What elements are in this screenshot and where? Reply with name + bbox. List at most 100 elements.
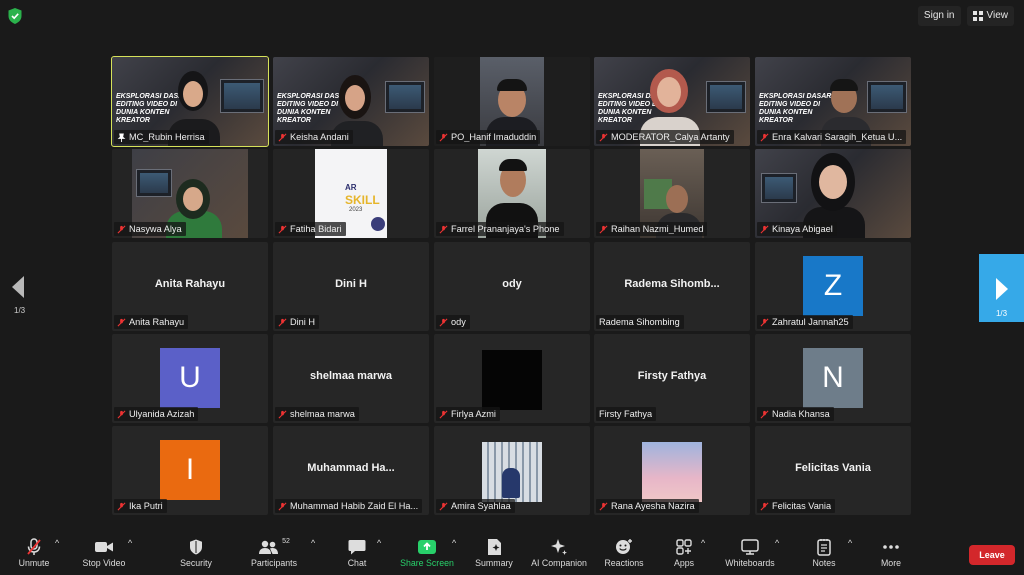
participant-tile-rana[interactable]: Rana Ayesha Nazira [594, 426, 750, 515]
reactions-emoji-icon [616, 539, 632, 554]
participant-tile-fatiha[interactable]: AR SKILL 2023 Fatiha Bidari [273, 149, 429, 238]
notes-button[interactable]: Notes [806, 538, 842, 568]
shared-image-text: AR [345, 183, 357, 192]
participant-name: shelmaa marwa [290, 409, 355, 419]
participant-tile-ika[interactable]: I Ika Putri [112, 426, 268, 515]
participant-tile-zahratul[interactable]: Z Zahratul Jannah25 [755, 242, 911, 331]
participant-display-name: Anita Rahayu [154, 278, 226, 290]
person-hair [830, 79, 858, 91]
previous-page-arrow-icon[interactable] [12, 276, 24, 298]
participant-display-name: shelmaa marwa [310, 370, 392, 382]
stop-video-button[interactable]: Stop Video [80, 538, 128, 568]
share-options-caret[interactable]: ^ [452, 538, 456, 548]
participant-display-name: Muhammad Ha... [307, 462, 395, 474]
participant-tile-muhammad[interactable]: Muhammad Ha... Muhammad Habib Zaid El Ha… [273, 426, 429, 515]
summary-button[interactable]: Summary [472, 538, 516, 568]
muted-mic-icon [599, 133, 608, 141]
participant-tile-radema[interactable]: Radema Sihomb... Radema Sihombing [594, 242, 750, 331]
participant-tile-calya[interactable]: EKSPLORASI DASAR EDITING VIDEO DI DUNIA KO… [594, 57, 750, 146]
participant-tile-keisha[interactable]: EKSPLORASI DASAR EDITING VIDEO DI DUNIA KO… [273, 57, 429, 146]
participant-tile-kinaya[interactable]: Kinaya Abigael [755, 149, 911, 238]
participant-tile-hanif[interactable]: PO_Hanif Imaduddin [434, 57, 590, 146]
participant-name: PO_Hanif Imaduddin [451, 132, 537, 142]
participant-tile-rubin[interactable]: EKSPLORASI DASAR EDITING VIDEO DI DUNIA KO… [111, 56, 269, 147]
summary-label: Summary [475, 558, 513, 568]
name-label: Felicitas Vania [757, 499, 836, 513]
person-face [345, 85, 365, 111]
whiteboard-icon [741, 539, 759, 555]
unmute-button[interactable]: Unmute [14, 538, 54, 568]
participant-tile-amira[interactable]: Amira Syahlaa [434, 426, 590, 515]
next-page-button[interactable]: 1/3 [979, 254, 1024, 322]
participant-tile-raihan[interactable]: Raihan Nazmi_Humed [594, 149, 750, 238]
muted-mic-icon [439, 318, 448, 326]
video-options-caret[interactable]: ^ [128, 538, 132, 548]
audio-options-caret[interactable]: ^ [55, 538, 59, 548]
name-label: Muhammad Habib Zaid El Ha... [275, 499, 423, 513]
name-label: Keisha Andani [275, 130, 353, 144]
name-label: MODERATOR_Calya Artanty [596, 130, 734, 144]
participant-name: MC_Rubin Herrisa [129, 132, 205, 142]
page-indicator-left: 1/3 [14, 306, 26, 315]
share-screen-button[interactable]: Share Screen [398, 538, 456, 568]
participant-tile-ody[interactable]: ody ody [434, 242, 590, 331]
apps-button[interactable]: Apps [668, 538, 700, 568]
sign-in-label: Sign in [923, 10, 955, 21]
video-camera-icon [95, 542, 113, 552]
participant-tile-ulyanida[interactable]: U Ulyanida Azizah [112, 334, 268, 423]
avatar: U [160, 348, 220, 408]
notes-options-caret[interactable]: ^ [848, 538, 852, 548]
participant-display-name: Felicitas Vania [795, 462, 871, 474]
person-face [657, 77, 681, 107]
participant-tile-felicitas[interactable]: Felicitas Vania Felicitas Vania [755, 426, 911, 515]
view-button[interactable]: View [966, 6, 1014, 26]
reactions-button[interactable]: Reactions [602, 538, 646, 568]
name-label: Zahratul Jannah25 [757, 315, 853, 329]
participants-button[interactable]: 52 Participants [248, 538, 300, 568]
name-label: Ika Putri [114, 499, 167, 513]
more-dots-icon [883, 545, 899, 549]
ai-companion-button[interactable]: AI Companion [528, 538, 590, 568]
pin-icon [117, 132, 126, 142]
security-button[interactable]: Security [176, 538, 216, 568]
leave-button[interactable]: Leave [969, 545, 1015, 565]
meeting-toolbar: Unmute ^ Stop Video ^ Security 52 Partic… [0, 530, 1024, 575]
apps-options-caret[interactable]: ^ [701, 538, 705, 548]
name-label: Ulyanida Azizah [114, 407, 199, 421]
chat-button[interactable]: Chat [340, 538, 374, 568]
participant-tile-shelmaa[interactable]: shelmaa marwa shelmaa marwa [273, 334, 429, 423]
participant-tile-firlya[interactable]: Firlya Azmi [434, 334, 590, 423]
monitor-graphic [706, 81, 746, 113]
muted-mic-icon [599, 502, 608, 510]
participant-name: Muhammad Habib Zaid El Ha... [290, 501, 419, 511]
chat-options-caret[interactable]: ^ [377, 538, 381, 548]
participant-tile-anita[interactable]: Anita Rahayu Anita Rahayu [112, 242, 268, 331]
participant-name: ody [451, 317, 466, 327]
person-hair [499, 159, 527, 171]
muted-mic-icon [760, 318, 769, 326]
more-button[interactable]: More [874, 538, 908, 568]
sign-in-button[interactable]: Sign in [917, 6, 961, 26]
name-label: Fatiha Bidari [275, 222, 346, 236]
participants-options-caret[interactable]: ^ [311, 538, 315, 548]
whiteboards-button[interactable]: Whiteboards [722, 538, 778, 568]
muted-mic-icon [599, 225, 608, 233]
slide-title: EKSPLORASI DASAR EDITING VIDEO DI DUNIA KO… [759, 93, 832, 124]
participant-tile-dini[interactable]: Dini H Dini H [273, 242, 429, 331]
muted-mic-icon [278, 318, 287, 326]
monitor-graphic [761, 173, 797, 203]
participant-tile-enra[interactable]: EKSPLORASI DASAR EDITING VIDEO DI DUNIA KO… [755, 57, 911, 146]
participant-name: Raihan Nazmi_Humed [611, 224, 704, 234]
security-label: Security [180, 558, 212, 568]
participant-tile-nadia[interactable]: N Nadia Khansa [755, 334, 911, 423]
participant-tile-firsty[interactable]: Firsty Fathya Firsty Fathya [594, 334, 750, 423]
whiteboards-label: Whiteboards [725, 558, 775, 568]
participant-tile-nasywa[interactable]: Nasywa Alya [112, 149, 268, 238]
muted-mic-icon [117, 318, 126, 326]
muted-mic-icon [439, 133, 448, 141]
encryption-shield-icon[interactable] [8, 8, 22, 24]
participant-tile-farrel[interactable]: Farrel Prananjaya's Phone [434, 149, 590, 238]
whiteboards-options-caret[interactable]: ^ [775, 538, 779, 548]
participant-name: Ika Putri [129, 501, 163, 511]
apps-icon [676, 539, 692, 555]
